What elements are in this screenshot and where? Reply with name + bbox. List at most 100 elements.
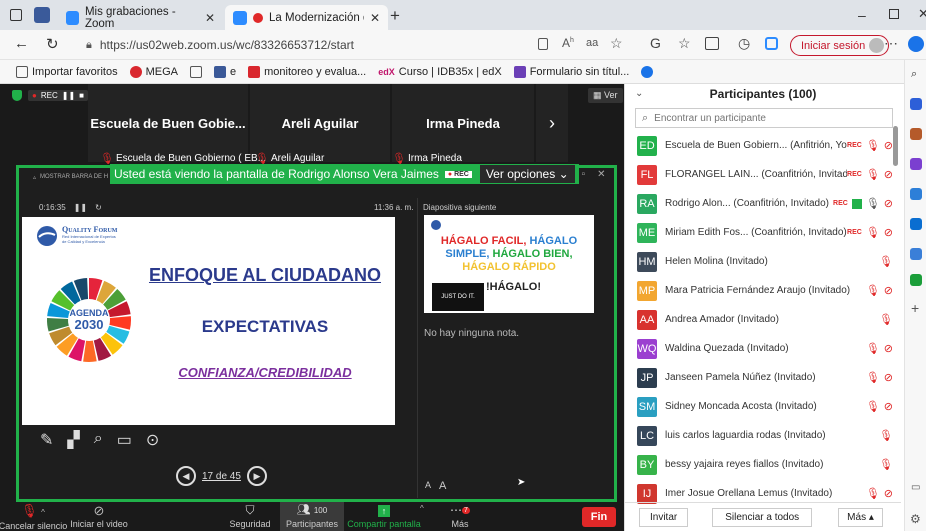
- office-icon[interactable]: [910, 188, 922, 200]
- participant-row[interactable]: BY bessy yajaira reyes fiallos (Invitado)…: [625, 450, 901, 479]
- back-icon[interactable]: ←: [14, 35, 29, 52]
- tab-mis-grabaciones[interactable]: Mis grabaciones - Zoom ✕: [58, 5, 223, 30]
- video-off-icon[interactable]: ⊘: [884, 371, 893, 384]
- video-off-icon[interactable]: ⊘: [884, 197, 893, 210]
- reader-text[interactable]: aa: [586, 37, 598, 49]
- muted-mic-icon[interactable]: 🎙︎: [866, 284, 880, 297]
- video-off-icon[interactable]: ⊘: [884, 168, 893, 181]
- invite-button[interactable]: Invitar: [639, 507, 689, 527]
- screen-icon[interactable]: ▭: [117, 430, 132, 450]
- close-icon[interactable]: ✕: [597, 169, 605, 180]
- mic-icon[interactable]: 🎙︎: [866, 197, 880, 210]
- tab-actions-icon[interactable]: [10, 9, 22, 21]
- pen-icon[interactable]: ✎: [40, 430, 53, 450]
- bing-icon[interactable]: [908, 36, 924, 52]
- favorite-edx[interactable]: edX Curso | IDB35x | edX: [378, 66, 501, 78]
- participant-row[interactable]: SM Sidney Moncada Acosta (Invitado) 🎙︎ ⊘: [625, 392, 901, 421]
- muted-mic-icon[interactable]: 🎙︎: [866, 371, 880, 384]
- tools-icon[interactable]: [910, 128, 922, 140]
- laser-icon[interactable]: ▞: [67, 430, 79, 450]
- participant-row[interactable]: WQ Waldina Quezada (Invitado) 🎙︎ ⊘: [625, 334, 901, 363]
- outlook-icon[interactable]: [910, 218, 922, 230]
- workspaces-icon[interactable]: [34, 7, 50, 23]
- rec-badge[interactable]: ● REC ❚❚ ■: [28, 90, 88, 101]
- restore-icon[interactable]: ▫: [582, 169, 586, 180]
- participant-row[interactable]: AA Andrea Amador (Invitado) 🎙︎: [625, 305, 901, 334]
- read-aloud-icon[interactable]: Ah: [562, 36, 574, 50]
- pause-icon[interactable]: ❚❚: [74, 203, 87, 212]
- video-off-icon[interactable]: ⊘: [884, 226, 893, 239]
- search-icon[interactable]: ⌕: [911, 68, 917, 81]
- mute-all-button[interactable]: Silenciar a todos: [712, 507, 813, 527]
- participant-row[interactable]: JP Janseen Pamela Núñez (Invitado) 🎙︎ ⊘: [625, 363, 901, 392]
- settings-icon[interactable]: ⚙: [910, 512, 921, 526]
- participant-tile[interactable]: Escuela de Buen Gobie...: [88, 84, 248, 162]
- zoom-extension-icon[interactable]: [765, 37, 778, 50]
- view-button[interactable]: ▦ Ver: [588, 88, 623, 103]
- next-page-button[interactable]: ›: [536, 84, 568, 162]
- add-icon[interactable]: +: [911, 300, 919, 316]
- drop-icon[interactable]: [910, 248, 922, 260]
- favorites-icon[interactable]: ☆: [678, 35, 691, 52]
- video-off-icon[interactable]: ⊘: [884, 284, 893, 297]
- favorite-importar[interactable]: Importar favoritos: [16, 65, 118, 78]
- video-off-icon[interactable]: ⊘: [884, 487, 893, 500]
- participant-search[interactable]: ⌕: [635, 108, 893, 128]
- scrollbar-thumb[interactable]: [893, 126, 898, 166]
- participant-row[interactable]: LC luis carlos laguardia rodas (Invitado)…: [625, 421, 901, 450]
- signin-button[interactable]: Iniciar sesión: [790, 35, 890, 56]
- close-window-icon[interactable]: ✕: [918, 6, 926, 22]
- previous-slide-icon[interactable]: ◀: [176, 466, 196, 486]
- start-video-button[interactable]: ⊘ Iniciar el video: [66, 502, 132, 529]
- participant-row[interactable]: FL FLORANGEL LAIN... (Coanfitrión, Invita…: [625, 160, 901, 189]
- history-icon[interactable]: ◷: [738, 35, 750, 52]
- muted-mic-icon[interactable]: 🎙︎: [866, 139, 880, 152]
- video-off-icon[interactable]: ⊘: [884, 400, 893, 413]
- unmute-button[interactable]: 🎙︎ ^ Cancelar silencio: [0, 502, 67, 531]
- end-meeting-button[interactable]: Fin: [582, 507, 616, 527]
- muted-mic-icon[interactable]: 🎙︎: [866, 487, 880, 500]
- font-larger-button[interactable]: A: [439, 480, 446, 492]
- participant-tile[interactable]: Irma Pineda: [392, 84, 534, 162]
- close-tab-icon[interactable]: ✕: [205, 11, 215, 25]
- muted-mic-icon[interactable]: 🎙︎: [879, 458, 893, 471]
- restart-icon[interactable]: ↻: [95, 203, 102, 212]
- share-screen-button[interactable]: ↑ Compartir pantalla: [344, 502, 424, 529]
- muted-mic-icon[interactable]: 🎙︎: [879, 255, 893, 268]
- participant-row[interactable]: ME Miriam Edith Fos... (Coanfitrión, Invi…: [625, 218, 901, 247]
- extension-icon[interactable]: G: [650, 35, 661, 51]
- muted-mic-icon[interactable]: 🎙︎: [866, 400, 880, 413]
- tab-modernizacion[interactable]: La Modernización del Estad ✕: [225, 5, 388, 30]
- restore-icon[interactable]: [889, 9, 899, 19]
- next-slide-icon[interactable]: ▶: [246, 466, 267, 486]
- pause-icon[interactable]: ❚❚: [62, 91, 75, 100]
- collections-icon[interactable]: [705, 37, 719, 50]
- view-options-button[interactable]: Ver opciones ⌄: [479, 165, 575, 183]
- share-url-icon[interactable]: [538, 38, 548, 50]
- muted-mic-icon[interactable]: 🎙︎: [879, 313, 893, 326]
- sidebar-toggle-icon[interactable]: ▭: [911, 482, 920, 493]
- video-off-icon[interactable]: ⊘: [884, 342, 893, 355]
- favorite-formulario[interactable]: Formulario sin títul...: [513, 65, 629, 78]
- refresh-icon[interactable]: ↻: [46, 35, 59, 53]
- favorite-extra[interactable]: [641, 65, 654, 78]
- favorite-facebook[interactable]: e: [214, 65, 236, 78]
- minimize-icon[interactable]: –: [858, 7, 866, 23]
- font-smaller-button[interactable]: A: [425, 480, 431, 492]
- shopping-icon[interactable]: [910, 98, 922, 110]
- security-button[interactable]: ⛉ Seguridad: [220, 502, 280, 529]
- stop-icon[interactable]: ■: [79, 91, 84, 100]
- participants-button[interactable]: 👥︎ 100 Participantes: [280, 502, 344, 531]
- close-tab-icon[interactable]: ✕: [370, 11, 380, 25]
- favorite-mega[interactable]: MEGA: [129, 65, 178, 78]
- search-input[interactable]: [654, 112, 855, 124]
- muted-mic-icon[interactable]: 🎙︎: [866, 342, 880, 355]
- muted-mic-icon[interactable]: 🎙︎: [879, 429, 893, 442]
- video-off-icon[interactable]: ⊘: [884, 139, 893, 152]
- more-options-icon[interactable]: ⊙: [146, 430, 159, 450]
- more-options-button[interactable]: Más ▴: [838, 507, 883, 527]
- participant-row[interactable]: ED Escuela de Buen Gobiern... (Anfitrión,…: [625, 131, 901, 160]
- more-button[interactable]: ⋯ 7 Más: [440, 502, 480, 529]
- favorite-monitoreo[interactable]: monitoreo y evalua...: [248, 65, 366, 78]
- participant-row[interactable]: RA Rodrigo Alon... (Coanfitrión, Invitado…: [625, 189, 901, 218]
